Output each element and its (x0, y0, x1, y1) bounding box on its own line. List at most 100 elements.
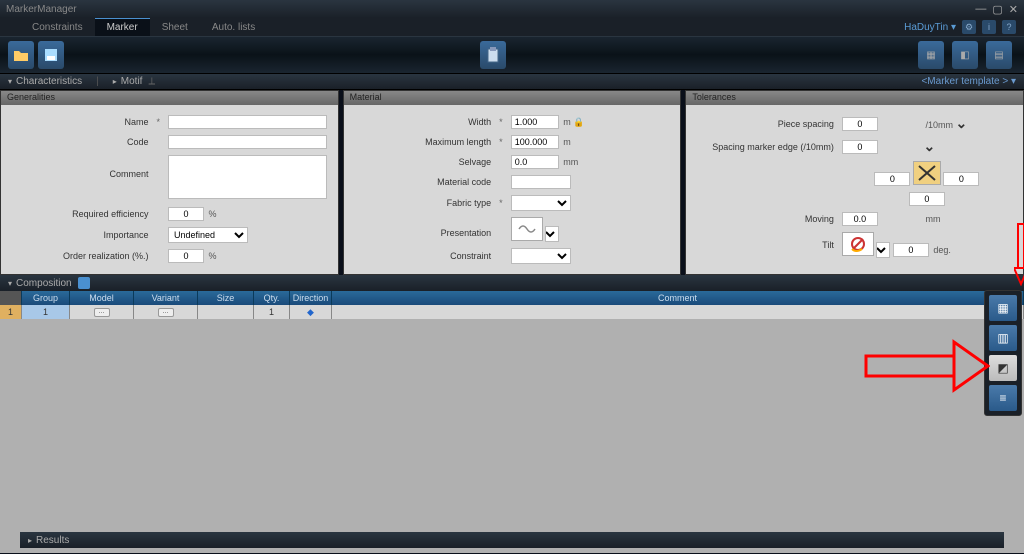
tab-sheet[interactable]: Sheet (150, 18, 200, 36)
panels-row: Generalities Name* Code Comment Required… (0, 90, 1024, 275)
user-menu[interactable]: HaDuyTin ▾ (904, 22, 956, 33)
edge-bottom-input[interactable] (909, 192, 945, 206)
col-comment: Comment (332, 291, 1024, 305)
composition-tool-icon[interactable] (78, 277, 90, 289)
maxlen-input[interactable] (511, 135, 559, 149)
matcode-label: Material code (352, 173, 495, 191)
cell-model[interactable]: … (70, 305, 134, 319)
composition-grid-header: Group Model Variant Size Qty. Direction … (0, 291, 1024, 305)
col-group: Group (22, 291, 70, 305)
maxlen-label: Maximum length (352, 133, 495, 151)
close-button[interactable]: ✕ (1009, 3, 1018, 16)
chevron-down-icon-2[interactable]: ⌄ (924, 138, 936, 154)
presentation-picker[interactable] (511, 217, 543, 241)
composition-section-bar: ▾ Composition (0, 275, 1024, 291)
composition-label: Composition (16, 278, 72, 289)
app-title: MarkerManager (6, 4, 77, 15)
maximize-button[interactable]: ▢ (992, 3, 1002, 16)
annotation-arrow-down (1014, 222, 1024, 286)
marker-template-dropdown[interactable]: <Marker template > ▾ (921, 76, 1016, 87)
options-icon[interactable]: ⚙ (962, 20, 976, 34)
titlebar: MarkerManager — ▢ ✕ (0, 0, 1024, 18)
fabrictype-label: Fabric type (352, 193, 495, 213)
collapse-icon[interactable]: ▾ (8, 77, 12, 86)
moving-input[interactable] (842, 212, 878, 226)
selvage-input[interactable] (511, 155, 559, 169)
tab-constraints[interactable]: Constraints (20, 18, 95, 36)
name-input[interactable] (168, 115, 327, 129)
width-input[interactable] (511, 115, 559, 129)
piece-spacing-input[interactable] (842, 117, 878, 131)
info-icon[interactable]: i (982, 20, 996, 34)
generalities-panel: Generalities Name* Code Comment Required… (0, 90, 339, 275)
req-eff-input[interactable] (168, 207, 204, 221)
presentation-label: Presentation (352, 215, 495, 244)
characteristics-section-bar: ▾ Characteristics | ▸ Motif ⟂ <Marker te… (0, 74, 1024, 90)
dock-button-4[interactable]: ≡ (989, 385, 1017, 411)
save-button[interactable] (38, 41, 64, 69)
col-direction: Direction (290, 291, 332, 305)
tab-marker[interactable]: Marker (95, 18, 150, 36)
cell-group[interactable]: 1 (22, 305, 70, 319)
tool-button-1[interactable]: ▦ (918, 41, 944, 69)
constraint-select[interactable] (511, 248, 571, 264)
tool-button-2[interactable]: ◧ (952, 41, 978, 69)
lock-icon[interactable]: 🔒 (573, 117, 584, 127)
col-model: Model (70, 291, 134, 305)
code-input[interactable] (168, 135, 327, 149)
cell-qty[interactable]: 1 (254, 305, 290, 319)
presentation-dropdown[interactable] (545, 226, 559, 242)
chevron-down-icon[interactable]: ⌄ (956, 115, 968, 131)
composition-collapse-icon[interactable]: ▾ (8, 279, 12, 288)
req-eff-label: Required efficiency (9, 205, 152, 223)
tab-autolists[interactable]: Auto. lists (200, 18, 267, 36)
cell-comment[interactable] (332, 305, 1024, 319)
results-expand-icon[interactable]: ▸ (28, 536, 32, 545)
help-icon[interactable]: ? (1002, 20, 1016, 34)
matcode-input[interactable] (511, 175, 571, 189)
piece-spacing-label: Piece spacing (694, 113, 837, 134)
comment-label: Comment (9, 153, 152, 203)
window-controls: — ▢ ✕ (975, 3, 1018, 16)
model-browse-button[interactable]: … (94, 308, 110, 317)
material-panel: Material Width* m 🔒 Maximum length* m Se… (343, 90, 682, 275)
cell-size[interactable] (198, 305, 254, 319)
spacing-edge-input[interactable] (842, 140, 878, 154)
tilt-dropdown[interactable] (876, 242, 890, 258)
tool-button-3[interactable]: ▤ (986, 41, 1012, 69)
col-row-number (0, 291, 22, 305)
cell-variant[interactable]: … (134, 305, 198, 319)
name-label: Name (9, 113, 152, 131)
tab-bar: Constraints Marker Sheet Auto. lists HaD… (0, 18, 1024, 36)
open-button[interactable] (8, 41, 34, 69)
selvage-label: Selvage (352, 153, 495, 171)
results-section-bar: ▸ Results (20, 532, 1004, 548)
edge-left-input[interactable] (874, 172, 910, 186)
importance-label: Importance (9, 225, 152, 245)
importance-select[interactable]: Undefined (168, 227, 248, 243)
minimize-button[interactable]: — (975, 3, 986, 16)
material-header: Material (344, 91, 681, 105)
cell-direction[interactable]: ◆ (290, 305, 332, 319)
characteristics-label: Characteristics (16, 76, 82, 87)
motif-pin-icon[interactable]: ⟂ (148, 76, 155, 87)
dock-button-2[interactable]: ▥ (989, 325, 1017, 351)
width-label: Width (352, 113, 495, 131)
col-size: Size (198, 291, 254, 305)
order-real-input[interactable] (168, 249, 204, 263)
edge-right-input[interactable] (943, 172, 979, 186)
tolerances-panel: Tolerances Piece spacing/10mm ⌄ Spacing … (685, 90, 1024, 275)
clipboard-button[interactable] (480, 41, 506, 69)
motif-expand-icon[interactable]: ▸ (113, 77, 117, 86)
fabrictype-select[interactable] (511, 195, 571, 211)
annotation-arrow-right (864, 338, 990, 394)
edge-diagram-icon (913, 161, 941, 185)
row-number: 1 (0, 305, 22, 319)
dock-button-1[interactable]: ▦ (989, 295, 1017, 321)
tolerances-header: Tolerances (686, 91, 1023, 105)
variant-browse-button[interactable]: … (158, 308, 174, 317)
dock-button-3[interactable]: ◩ (989, 355, 1017, 381)
table-row[interactable]: 1 1 … … 1 ◆ (0, 305, 1024, 319)
comment-input[interactable] (168, 155, 327, 199)
tilt-input[interactable] (893, 243, 929, 257)
